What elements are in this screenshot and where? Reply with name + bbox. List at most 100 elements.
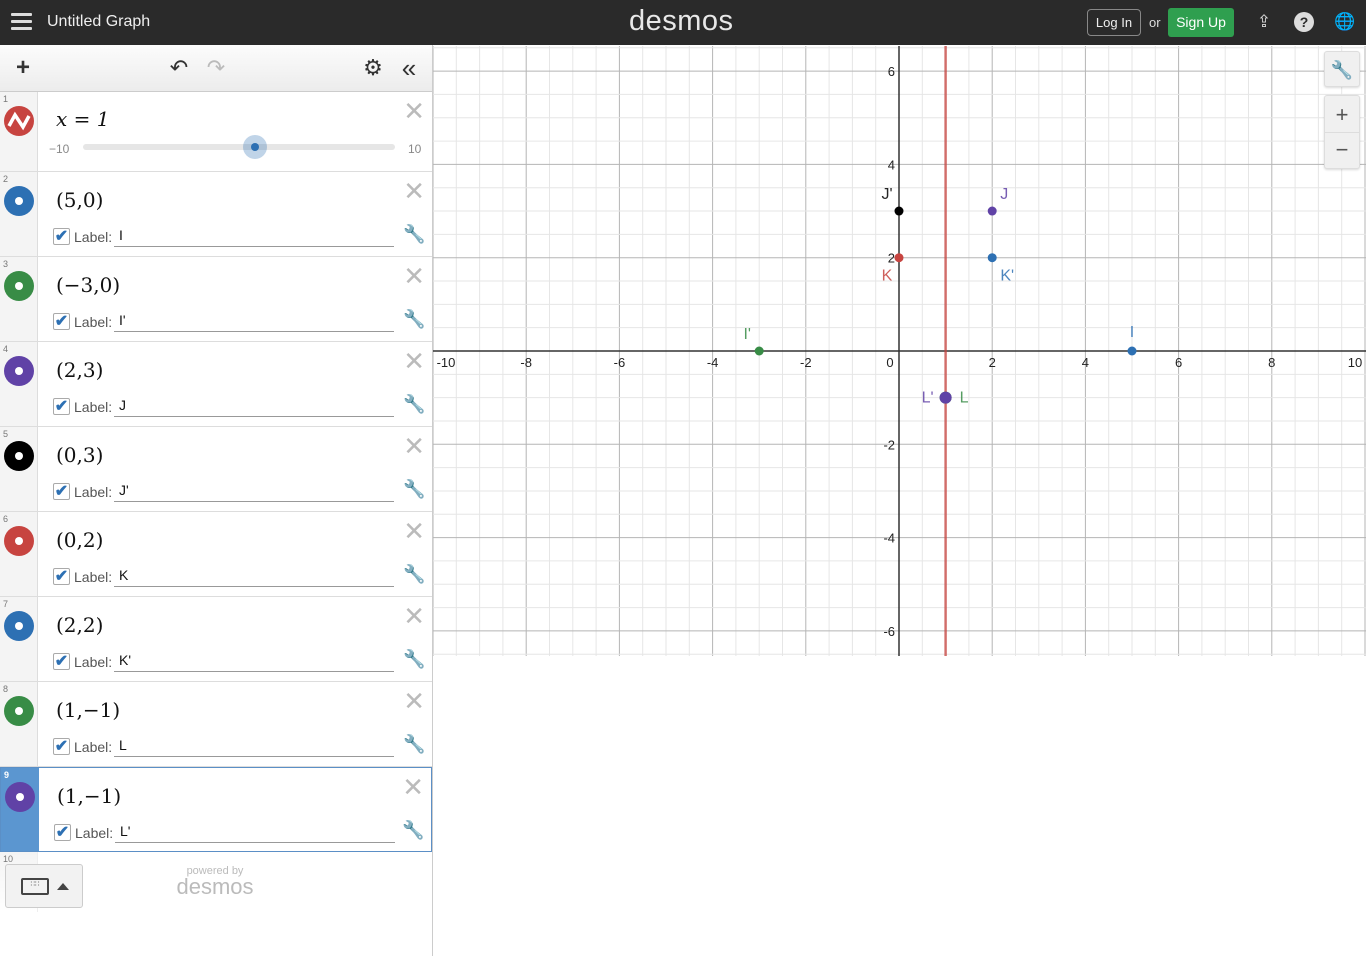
delete-icon[interactable]: ✕: [403, 518, 425, 544]
label-caption: Label:: [74, 568, 113, 585]
label-checkbox[interactable]: ✔: [53, 738, 70, 755]
row-number: 9: [4, 770, 10, 780]
desmos-logo: desmos: [629, 5, 734, 37]
zoom-out-button[interactable]: −: [1325, 133, 1359, 169]
expression-math[interactable]: (0,2): [56, 528, 103, 552]
label-input[interactable]: K: [114, 565, 394, 587]
expression-row-1[interactable]: 1 x = 1 ✕ −10 10: [0, 92, 432, 172]
y-tick-label: -4: [883, 531, 895, 546]
signup-button[interactable]: Sign Up: [1168, 8, 1234, 37]
add-icon[interactable]: +: [9, 54, 37, 82]
zoom-in-button[interactable]: +: [1325, 96, 1359, 133]
expression-row-8[interactable]: 8 (1,−1) ✕ ✔ Label: L 🔧: [0, 682, 432, 767]
label-input[interactable]: I': [114, 310, 394, 332]
label-input[interactable]: J: [114, 395, 394, 417]
wrench-icon[interactable]: 🔧: [403, 564, 425, 584]
collapse-icon[interactable]: «: [395, 54, 423, 82]
line-style-icon[interactable]: [4, 106, 34, 136]
expression-row-9[interactable]: 9 (1,−1) ✕ ✔ Label: L' 🔧: [0, 767, 432, 852]
undo-icon[interactable]: ↶: [165, 54, 193, 82]
help-icon[interactable]: ?: [1294, 12, 1314, 32]
slider-handle[interactable]: [242, 135, 267, 159]
settings-icon[interactable]: ⚙: [359, 54, 387, 82]
point-label: J': [881, 186, 892, 203]
globe-icon[interactable]: 🌐: [1334, 12, 1355, 32]
label-checkbox[interactable]: ✔: [53, 568, 70, 585]
expression-math[interactable]: (2,3): [56, 358, 103, 382]
expression-math[interactable]: x = 1: [56, 107, 109, 131]
expression-math[interactable]: (1,−1): [57, 784, 121, 808]
expression-math[interactable]: (5,0): [56, 188, 103, 212]
label-checkbox[interactable]: ✔: [53, 398, 70, 415]
delete-icon[interactable]: ✕: [402, 774, 424, 800]
delete-icon[interactable]: ✕: [403, 178, 425, 204]
x-tick-label: -8: [520, 355, 532, 370]
wrench-icon[interactable]: 🔧: [403, 224, 425, 244]
expression-row-7[interactable]: 7 (2,2) ✕ ✔ Label: K' 🔧: [0, 597, 432, 682]
expression-row-2[interactable]: 2 (5,0) ✕ ✔ Label: I 🔧: [0, 172, 432, 257]
x-tick-label: -10: [437, 355, 456, 370]
label-checkbox[interactable]: ✔: [53, 313, 70, 330]
point-style-icon[interactable]: [4, 186, 34, 216]
slider-min[interactable]: −10: [49, 142, 69, 156]
delete-icon[interactable]: ✕: [403, 98, 425, 124]
point-style-icon[interactable]: [5, 782, 35, 812]
delete-icon[interactable]: ✕: [403, 603, 425, 629]
wrench-icon[interactable]: 🔧: [403, 394, 425, 414]
label-input[interactable]: K': [114, 650, 394, 672]
point-style-icon[interactable]: [4, 271, 34, 301]
graph-canvas[interactable]: -10 -8 -6 -4 -2 0 2 4 6 8 10 6 4 2 -2 -4 -6 I I' J J' K K' L L': [433, 46, 1366, 656]
share-icon[interactable]: ⇪: [1254, 12, 1274, 32]
row-gutter: 7: [0, 597, 38, 681]
wrench-icon[interactable]: 🔧: [403, 479, 425, 499]
powered-by-brand: desmos: [176, 874, 254, 899]
expression-math[interactable]: (0,3): [56, 443, 103, 467]
point-style-icon[interactable]: [4, 696, 34, 726]
keyboard-toggle-button[interactable]: ∷∷: [5, 864, 83, 908]
expression-math[interactable]: (−3,0): [56, 273, 120, 297]
delete-icon[interactable]: ✕: [403, 348, 425, 374]
expression-row-6[interactable]: 6 (0,2) ✕ ✔ Label: K 🔧: [0, 512, 432, 597]
x-tick-label: 8: [1268, 355, 1275, 370]
graph-paper[interactable]: -10 -8 -6 -4 -2 0 2 4 6 8 10 6 4 2 -2 -4 -6 I I' J J' K K' L L': [433, 46, 1366, 656]
slider-track[interactable]: [83, 135, 395, 159]
or-text: or: [1149, 15, 1161, 30]
point-style-icon[interactable]: [4, 356, 34, 386]
point-style-icon[interactable]: [4, 611, 34, 641]
label-input[interactable]: L: [114, 735, 394, 757]
slider-max[interactable]: 10: [408, 142, 421, 156]
delete-icon[interactable]: ✕: [403, 688, 425, 714]
expression-toolbar: + ↶ ↷ ⚙ «: [0, 45, 432, 92]
label-caption: Label:: [74, 398, 113, 415]
redo-icon[interactable]: ↷: [202, 54, 230, 82]
graph-title[interactable]: Untitled Graph: [47, 13, 150, 31]
point-style-icon[interactable]: [4, 441, 34, 471]
label-input[interactable]: L': [115, 821, 395, 843]
expression-row-3[interactable]: 3 (−3,0) ✕ ✔ Label: I' 🔧: [0, 257, 432, 342]
graph-settings-wrench-icon[interactable]: 🔧: [1324, 51, 1360, 87]
row-gutter: 9: [1, 768, 39, 851]
label-input[interactable]: I: [114, 225, 394, 247]
expression-math[interactable]: (2,2): [56, 613, 103, 637]
delete-icon[interactable]: ✕: [403, 433, 425, 459]
row-number: 7: [3, 599, 9, 609]
point-label: I: [1130, 324, 1134, 341]
label-checkbox[interactable]: ✔: [53, 653, 70, 670]
label-checkbox[interactable]: ✔: [53, 483, 70, 500]
login-button[interactable]: Log In: [1087, 9, 1141, 36]
wrench-icon[interactable]: 🔧: [403, 734, 425, 754]
expression-row-5[interactable]: 5 (0,3) ✕ ✔ Label: J' 🔧: [0, 427, 432, 512]
point-style-icon[interactable]: [4, 526, 34, 556]
expression-row-4[interactable]: 4 (2,3) ✕ ✔ Label: J 🔧: [0, 342, 432, 427]
expression-math[interactable]: (1,−1): [56, 698, 120, 722]
menu-icon[interactable]: [11, 13, 32, 31]
label-input[interactable]: J': [114, 480, 394, 502]
delete-icon[interactable]: ✕: [403, 263, 425, 289]
wrench-icon[interactable]: 🔧: [403, 309, 425, 329]
label-checkbox[interactable]: ✔: [53, 228, 70, 245]
point-label: K: [882, 268, 893, 285]
label-caption: Label:: [74, 738, 113, 755]
wrench-icon[interactable]: 🔧: [402, 820, 424, 840]
wrench-icon[interactable]: 🔧: [403, 649, 425, 669]
label-checkbox[interactable]: ✔: [54, 824, 71, 841]
